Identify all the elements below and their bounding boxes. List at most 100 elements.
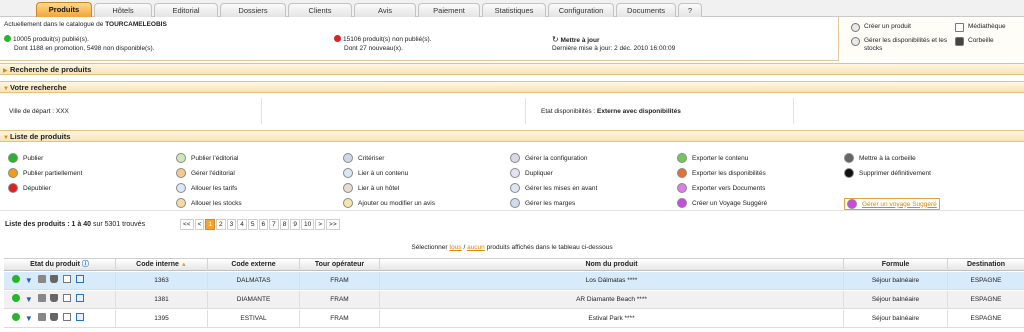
table-row[interactable]: ▼ 1395 ESTIVAL FRAM Estival Park **** Sé… bbox=[4, 310, 1024, 328]
col-header-code-interne[interactable]: Code interne ▲ bbox=[116, 259, 208, 271]
search-section-toggle[interactable]: ▶ Recherche de produits bbox=[0, 63, 1024, 75]
tab-dossiers[interactable]: Dossiers bbox=[220, 3, 286, 17]
tab-configuration[interactable]: Configuration bbox=[548, 3, 614, 17]
link-content-action[interactable]: Lier à un contenu bbox=[343, 168, 408, 178]
allocate-stock-action[interactable]: Allouer les stocks bbox=[176, 198, 242, 208]
allocate-rates-action[interactable]: Allouer les tarifs bbox=[176, 183, 237, 193]
departure-filter: Ville de départ : XXX bbox=[9, 108, 69, 115]
col-header-code-externe[interactable]: Code externe bbox=[208, 259, 300, 271]
highlight-action[interactable]: Gérer les mises en avant bbox=[510, 183, 597, 193]
publish-action[interactable]: Publier bbox=[8, 153, 43, 163]
page-button[interactable]: 8 bbox=[279, 219, 290, 230]
select-all-link[interactable]: tous bbox=[449, 244, 461, 251]
unpublish-action[interactable]: Dépublier bbox=[8, 183, 51, 193]
publish-partial-action[interactable]: Publier partiellement bbox=[8, 168, 82, 178]
page-button[interactable]: 1 bbox=[205, 219, 216, 230]
page-button[interactable]: 2 bbox=[216, 219, 226, 230]
hotel-icon[interactable] bbox=[37, 294, 46, 302]
publish-editorial-action[interactable]: Publier l'éditorial bbox=[176, 153, 239, 163]
page-button[interactable]: 4 bbox=[237, 219, 247, 230]
trash-button[interactable]: Corbeille bbox=[955, 37, 994, 46]
action-label: Dépublier bbox=[23, 184, 51, 192]
first-page-button[interactable]: << bbox=[180, 219, 194, 230]
move-to-trash-action[interactable]: Mettre à la corbeille bbox=[844, 153, 916, 163]
row-status-icons: ▼ bbox=[4, 310, 116, 327]
stats-icon[interactable] bbox=[76, 294, 85, 302]
tab-label: Documents bbox=[627, 6, 665, 15]
published-icon[interactable] bbox=[12, 313, 20, 321]
cell-product-name[interactable]: Estival Park **** bbox=[380, 310, 844, 327]
tab-documents[interactable]: Documents bbox=[616, 3, 676, 17]
page-button[interactable]: 5 bbox=[247, 219, 258, 230]
export-documents-action[interactable]: Exporter vers Documents bbox=[677, 183, 765, 193]
update-link[interactable]: ↻ Mettre à jour bbox=[552, 35, 600, 44]
export-availability-action[interactable]: Exporter les disponibilités bbox=[677, 168, 766, 178]
link-hotel-action[interactable]: Lier à un hôtel bbox=[343, 183, 399, 193]
document-icon[interactable] bbox=[63, 275, 72, 283]
tab-clients[interactable]: Clients bbox=[288, 3, 352, 17]
partial-publish-icon bbox=[8, 168, 18, 178]
hotel-icon[interactable] bbox=[37, 313, 46, 321]
page-button[interactable]: 6 bbox=[258, 219, 269, 230]
tab-label: Configuration bbox=[558, 6, 604, 15]
tab-paiement[interactable]: Paiement bbox=[418, 3, 480, 17]
row-status-icons: ▼ bbox=[4, 291, 116, 308]
page-button[interactable]: 7 bbox=[269, 219, 279, 230]
table-row[interactable]: ▼ 1363 DALMATAS FRAM Los Dálmatas **** S… bbox=[4, 272, 1024, 290]
duplicate-action[interactable]: Dupliquer bbox=[510, 168, 553, 178]
delete-permanently-action[interactable]: Supprimer définitivement bbox=[844, 168, 931, 178]
tab-produits[interactable]: Produits bbox=[36, 2, 92, 17]
criteria-action[interactable]: Critériser bbox=[343, 153, 384, 163]
gear-icon bbox=[510, 153, 520, 163]
action-label: Gérer l'éditorial bbox=[191, 169, 235, 177]
stats-icon[interactable] bbox=[76, 313, 85, 321]
table-row[interactable]: ▼ 1381 DIAMANTE FRAM AR Diamante Beach *… bbox=[4, 291, 1024, 309]
list-section-toggle[interactable]: ▼ Liste de produits bbox=[0, 130, 1024, 142]
tab-hotels[interactable]: Hôtels bbox=[94, 3, 152, 17]
review-action[interactable]: Ajouter ou modifier un avis bbox=[343, 198, 435, 208]
trash-icon[interactable] bbox=[50, 294, 59, 302]
tab-help[interactable]: ? bbox=[678, 3, 702, 17]
filter-icon[interactable]: ▼ bbox=[25, 277, 33, 285]
col-header-product-name[interactable]: Nom du produit bbox=[380, 259, 844, 271]
published-icon[interactable] bbox=[12, 294, 20, 302]
trash-icon[interactable] bbox=[50, 275, 59, 283]
trash-icon[interactable] bbox=[50, 313, 59, 321]
create-suggested-trip-action[interactable]: Créer un Voyage Suggéré bbox=[677, 198, 767, 208]
cell-product-name[interactable]: Los Dálmatas **** bbox=[380, 272, 844, 289]
col-header-formule[interactable]: Formule bbox=[844, 259, 948, 271]
export-content-action[interactable]: Exporter le contenu bbox=[677, 153, 748, 163]
col-header-state[interactable]: Etat du produit ⓘ bbox=[4, 259, 116, 271]
col-header-destination[interactable]: Destination bbox=[948, 259, 1024, 271]
margins-action[interactable]: Gérer les marges bbox=[510, 198, 575, 208]
stats-icon[interactable] bbox=[76, 275, 85, 283]
page-button[interactable]: 9 bbox=[290, 219, 301, 230]
cell-product-name[interactable]: AR Diamante Beach **** bbox=[380, 291, 844, 308]
prev-page-button[interactable]: < bbox=[194, 219, 205, 230]
published-icon[interactable] bbox=[12, 275, 20, 283]
tab-statistiques[interactable]: Statistiques bbox=[482, 3, 546, 17]
next-page-button[interactable]: > bbox=[315, 219, 326, 230]
tab-editorial[interactable]: Editorial bbox=[154, 3, 218, 17]
filter-icon[interactable]: ▼ bbox=[25, 315, 33, 323]
manage-suggested-trip-action[interactable]: Gérer un voyage Suggéré bbox=[844, 198, 940, 210]
green-status-icon bbox=[4, 35, 11, 42]
col-header-tour-operator[interactable]: Tour opérateur bbox=[300, 259, 380, 271]
create-product-button[interactable]: Créer un produit bbox=[851, 23, 911, 32]
select-none-link[interactable]: aucun bbox=[467, 244, 485, 251]
media-library-button[interactable]: Médiathèque bbox=[955, 23, 1006, 32]
configuration-action[interactable]: Gérer la configuration bbox=[510, 153, 588, 163]
page-button[interactable]: 10 bbox=[301, 219, 315, 230]
manage-editorial-action[interactable]: Gérer l'éditorial bbox=[176, 168, 235, 178]
manage-stock-button[interactable]: Gérer les disponibilités et les stocks bbox=[851, 37, 955, 52]
tab-avis[interactable]: Avis bbox=[354, 3, 416, 17]
document-icon[interactable] bbox=[63, 313, 72, 321]
filter-icon[interactable]: ▼ bbox=[25, 296, 33, 304]
unpublished-detail: Dont 27 nouveau(x). bbox=[344, 45, 403, 52]
document-icon[interactable] bbox=[63, 294, 72, 302]
page-button[interactable]: 3 bbox=[226, 219, 237, 230]
action-label: Publier partiellement bbox=[23, 169, 83, 177]
your-search-section-toggle[interactable]: ▼ Votre recherche bbox=[0, 81, 1024, 93]
last-page-button[interactable]: >> bbox=[326, 219, 340, 230]
hotel-icon[interactable] bbox=[37, 275, 46, 283]
